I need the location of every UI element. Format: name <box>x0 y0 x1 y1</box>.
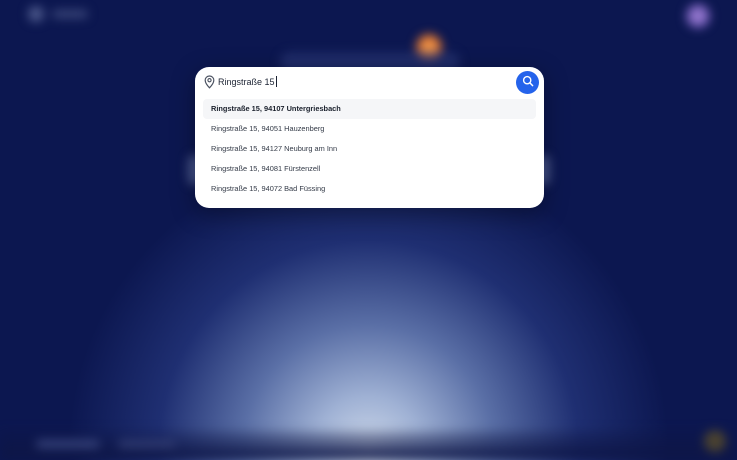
suggestion-item[interactable]: Ringstraße 15, 94127 Neuburg am Inn <box>203 139 536 159</box>
search-icon <box>522 75 534 90</box>
suggestion-item[interactable]: Ringstraße 15, 94081 Fürstenzell <box>203 159 536 179</box>
search-button[interactable] <box>516 71 539 94</box>
address-search-panel: Ringstraße 15, 94107 Untergriesbach Ring… <box>195 67 544 208</box>
suggestion-list: Ringstraße 15, 94107 Untergriesbach Ring… <box>203 99 536 199</box>
background-logo <box>28 6 94 22</box>
suggestion-item[interactable]: Ringstraße 15, 94107 Untergriesbach <box>203 99 536 119</box>
background-avatar <box>686 4 710 28</box>
map-pin-icon <box>204 75 215 89</box>
search-row <box>195 67 544 97</box>
background-glow-icon <box>416 34 442 60</box>
address-search-input[interactable] <box>218 75 498 89</box>
suggestion-item[interactable]: Ringstraße 15, 94051 Hauzenberg <box>203 119 536 139</box>
suggestion-item[interactable]: Ringstraße 15, 94072 Bad Füssing <box>203 179 536 199</box>
background-footer <box>0 430 737 460</box>
text-caret <box>275 76 277 87</box>
